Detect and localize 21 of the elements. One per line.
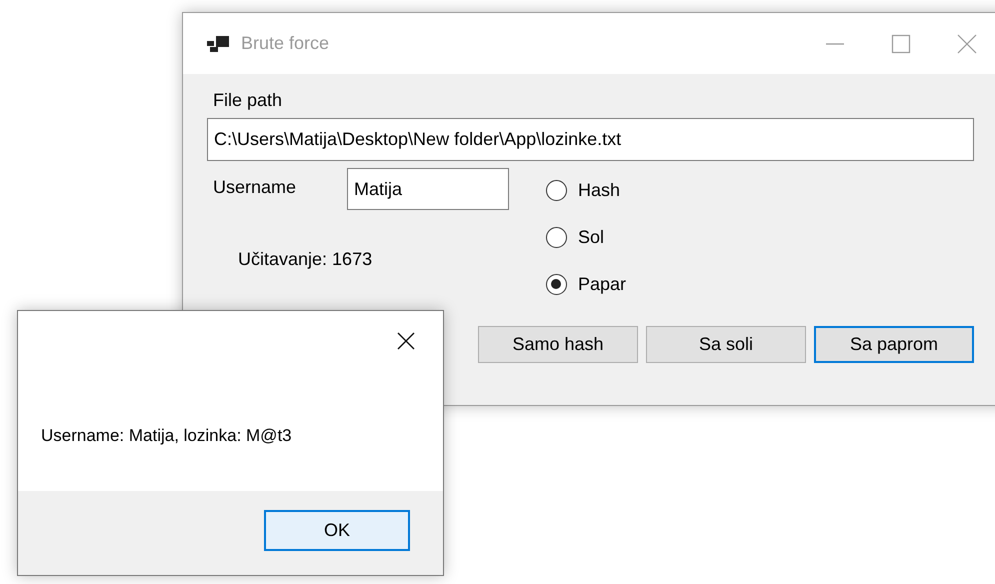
action-button[interactable]: Samo hash [478,326,638,363]
radio-option[interactable]: Hash [546,177,626,204]
message-text: Username: Matija, lozinka: M@t3 [41,426,292,446]
maximize-button[interactable] [891,34,911,54]
action-button[interactable]: Sa soli [646,326,806,363]
radio-option[interactable]: Papar [546,271,626,298]
progress-text: Učitavanje: 1673 [238,248,374,271]
window-title: Brute force [241,33,330,54]
maximize-icon [891,34,911,54]
app-icon [207,36,229,52]
radio-option[interactable]: Sol [546,224,626,251]
field-label: Username [212,176,298,199]
close-button[interactable] [397,332,415,350]
action-button[interactable]: Sa paprom [814,326,974,363]
field-label: File path [212,89,284,112]
ok-button[interactable]: OK [264,510,410,551]
file-path-field[interactable]: C:\Users\Matija\Desktop\New folder\App\lozinke.txt [207,118,974,161]
username-field[interactable]: Matija [347,168,509,210]
close-icon [397,332,415,350]
minimize-icon [825,42,845,44]
close-icon [957,34,977,54]
